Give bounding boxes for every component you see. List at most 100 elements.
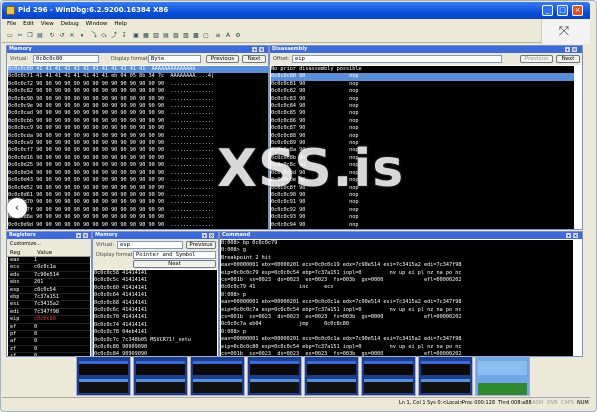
minimize-button[interactable]: _ xyxy=(542,5,553,16)
go-icon[interactable]: ↻ xyxy=(48,32,56,40)
register-name: esp xyxy=(10,286,20,293)
source-mode-icon[interactable]: ≡ xyxy=(214,32,222,40)
next-button[interactable]: Next xyxy=(556,55,580,63)
register-row[interactable]: ecx c0c0c1a xyxy=(8,264,90,272)
step-into-icon[interactable]: ⤵ xyxy=(90,32,98,40)
previous-button[interactable]: Previous xyxy=(206,55,239,63)
memory-line: 0c0c0c90 90 90 90 90 90 90 90 90 90 90 9… xyxy=(8,95,215,102)
panel-menu-icon[interactable]: ▾ xyxy=(76,233,81,238)
menu-window[interactable]: Window xyxy=(86,19,108,30)
scratch-pad-icon[interactable]: ▢ xyxy=(202,32,210,40)
register-row[interactable]: ef 0 xyxy=(8,324,90,331)
customize-button[interactable]: Customize... xyxy=(10,241,41,247)
thumbnail-5[interactable] xyxy=(304,356,359,396)
register-row[interactable]: pf 0 xyxy=(8,331,90,339)
command-line: Breakpoint 2 hit xyxy=(221,254,271,261)
command-line: eax=00000001 ebx=00000201 ecx=0c0c0c1a e… xyxy=(221,299,462,306)
memory-esp-line: 0c0c0c68 41414141 xyxy=(94,299,148,306)
panel-menu-icon[interactable]: ▾ xyxy=(252,47,257,52)
panel-close-icon[interactable]: × xyxy=(83,233,88,238)
display-format-select[interactable]: Byte xyxy=(148,55,201,63)
thumbnail-8[interactable] xyxy=(475,356,530,396)
copy-icon[interactable]: ❐ xyxy=(26,32,34,40)
register-row[interactable]: ebp 7c37a151 xyxy=(8,294,90,302)
locals-window-icon[interactable]: ▥ xyxy=(152,32,160,40)
status-sys: Sys 0:<Local> xyxy=(427,400,464,406)
open-icon[interactable]: ▭ xyxy=(6,32,14,40)
menu-help[interactable]: Help xyxy=(114,19,127,30)
previous-arrow-icon[interactable]: ‹ xyxy=(7,198,27,218)
register-row[interactable]: af 0 xyxy=(8,338,90,346)
memory-line: 0c0c0cbb 90 90 90 90 90 90 90 90 90 90 9… xyxy=(8,117,215,124)
cut-icon[interactable]: ✂ xyxy=(16,32,24,40)
registers-window-icon[interactable]: ▤ xyxy=(162,32,170,40)
maximize-button[interactable]: □ xyxy=(557,5,568,16)
virtual-address-input[interactable]: 0c0c0c80 xyxy=(33,55,99,63)
command-line: 0:008> bp 0c0c0c79 xyxy=(221,240,278,246)
callstack-window-icon[interactable]: ▨ xyxy=(182,32,190,40)
expand-arrows-icon[interactable]: ⤧ xyxy=(555,23,573,41)
memory-window-icon[interactable]: ▧ xyxy=(172,32,180,40)
command-line: eax=00000001 ebx=00000201 ecx=0c0c0c19 e… xyxy=(221,262,462,269)
register-value: c0c0c80 xyxy=(34,316,56,323)
command-output[interactable]: 0:008> bp 0c0c0c79 0:008> g Breakpoint 2 h… xyxy=(221,240,573,356)
paste-icon[interactable]: ▤ xyxy=(36,32,44,40)
app-icon xyxy=(6,6,15,15)
memory-line: 0c0c0d70 90 90 90 90 90 90 90 90 90 90 9… xyxy=(8,199,215,206)
step-over-icon[interactable]: ⤼ xyxy=(100,32,108,40)
menu-file[interactable]: File xyxy=(7,19,16,30)
previous-button[interactable]: Previous xyxy=(186,241,216,249)
next-button[interactable]: Next xyxy=(133,260,216,268)
register-row[interactable]: ebx 201 xyxy=(8,279,90,287)
memory-esp-line: 0c0c0c5c 41414141 xyxy=(94,277,148,284)
value-column-header[interactable]: Value xyxy=(37,249,52,257)
close-button[interactable]: × xyxy=(572,5,583,16)
memory-esp-view[interactable]: 0c0c0c58 41414141 0c0c0c5c 41414141 0c0c0c… xyxy=(94,270,217,356)
thumbnail-7[interactable] xyxy=(418,356,473,396)
step-out-icon[interactable]: ⤴ xyxy=(110,32,118,40)
memory-esp-line: 0c0c0c6c 41414141 xyxy=(94,307,148,314)
next-button[interactable]: Next xyxy=(242,55,266,63)
memory-line: 0c0c0cad 90 90 90 90 90 90 90 90 90 90 9… xyxy=(8,110,215,117)
memory-line: 0c0c0cc9 90 90 90 90 90 90 90 90 90 90 9… xyxy=(8,125,215,132)
run-to-cursor-icon[interactable]: ↧ xyxy=(120,32,128,40)
panel-menu-icon[interactable]: ▾ xyxy=(565,47,570,52)
watch-window-icon[interactable]: ▦ xyxy=(142,32,150,40)
watermark-logo: XSS.is xyxy=(217,139,405,199)
register-row[interactable]: edi 7c347f98 xyxy=(8,309,90,317)
register-row[interactable]: esp c0c0c54 xyxy=(8,287,90,294)
virtual-address-input[interactable]: esp xyxy=(117,241,183,249)
font-icon[interactable]: A xyxy=(224,32,232,40)
title-bar[interactable]: Pid 296 - WinDbg:6.2.9200.16384 X86 _ □ … xyxy=(2,2,590,19)
reg-column-header[interactable]: Reg xyxy=(10,249,20,257)
thumbnail-2[interactable] xyxy=(133,356,188,396)
register-row[interactable]: zf 0 xyxy=(8,346,90,354)
options-icon[interactable]: ⚙ xyxy=(234,32,242,40)
register-row[interactable]: esi 7c3415a2 xyxy=(8,301,90,309)
stop-icon[interactable]: ✕ xyxy=(68,32,76,40)
register-row[interactable]: eax 1 xyxy=(8,257,90,265)
menu-debug[interactable]: Debug xyxy=(61,19,79,30)
thumbnail-4[interactable] xyxy=(247,356,302,396)
panel-close-icon[interactable]: × xyxy=(573,233,578,238)
panel-menu-icon[interactable]: ▾ xyxy=(202,233,207,238)
display-format-select[interactable]: Pointer and Symbol xyxy=(133,251,216,259)
thumbnail-6[interactable] xyxy=(361,356,416,396)
register-row[interactable]: eip c0c0c80 xyxy=(8,316,90,324)
restart-icon[interactable]: ↺ xyxy=(58,32,66,40)
panel-close-icon[interactable]: × xyxy=(209,233,214,238)
panel-close-icon[interactable]: × xyxy=(259,47,264,52)
menu-view[interactable]: View xyxy=(41,19,54,30)
previous-button[interactable]: Previous xyxy=(520,55,553,63)
panel-menu-icon[interactable]: ▾ xyxy=(566,233,571,238)
thumbnail-1[interactable] xyxy=(76,356,131,396)
disassembly-window-icon[interactable]: ▩ xyxy=(192,32,200,40)
panel-close-icon[interactable]: × xyxy=(572,47,577,52)
offset-input[interactable]: eip xyxy=(292,55,502,63)
thumbnail-3[interactable] xyxy=(190,356,245,396)
command-line: 0c0c0c7a eb04 jmp 0c0c0c80 xyxy=(221,321,350,328)
break-icon[interactable]: ⏸ xyxy=(78,32,86,40)
register-row[interactable]: edx 7c90e514 xyxy=(8,272,90,280)
menu-edit[interactable]: Edit xyxy=(23,19,34,30)
command-window-icon[interactable]: ▣ xyxy=(132,32,140,40)
